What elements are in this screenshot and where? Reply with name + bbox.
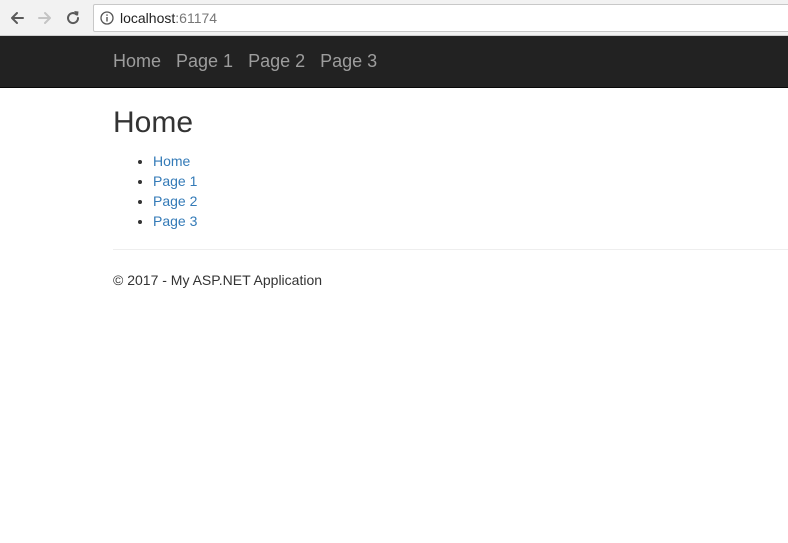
site-navbar: Home Page 1 Page 2 Page 3 [0,36,788,88]
navbar-link-page-2[interactable]: Page 2 [248,51,305,71]
back-button[interactable] [6,7,28,29]
forward-button[interactable] [34,7,56,29]
page-title: Home [113,106,194,139]
main-content: Home Home Page 1 Page 2 Page 3 © 2017 - … [113,88,788,288]
url-host: localhost [120,10,176,26]
back-arrow-icon [8,9,26,27]
navbar-link-home[interactable]: Home [113,51,161,71]
forward-arrow-icon [36,9,54,27]
link-page-2[interactable]: Page 2 [153,193,197,209]
link-page-1[interactable]: Page 1 [153,173,197,189]
info-icon[interactable] [100,11,114,25]
link-home[interactable]: Home [153,153,190,169]
browser-toolbar: localhost:61174 [0,0,788,36]
navbar-link-page-1[interactable]: Page 1 [176,51,233,71]
list-item: Page 2 [153,191,788,211]
list-item: Page 3 [153,211,788,231]
navbar-item: Page 2 [248,51,305,72]
navbar-menu: Home Page 1 Page 2 Page 3 [113,36,392,87]
address-bar[interactable]: localhost:61174 [93,4,788,32]
reload-icon [64,9,82,27]
navbar-item: Page 3 [320,51,377,72]
footer-copyright: © 2017 - My ASP.NET Application [113,272,323,288]
navbar-item: Page 1 [176,51,233,72]
list-item: Page 1 [153,171,788,191]
footer-divider [113,249,788,250]
reload-button[interactable] [62,7,84,29]
list-item: Home [153,151,788,171]
link-page-3[interactable]: Page 3 [153,213,197,229]
navbar-link-page-3[interactable]: Page 3 [320,51,377,71]
page-link-list: Home Page 1 Page 2 Page 3 [113,151,788,231]
url-port: :61174 [175,10,218,26]
navbar-item: Home [113,51,161,72]
